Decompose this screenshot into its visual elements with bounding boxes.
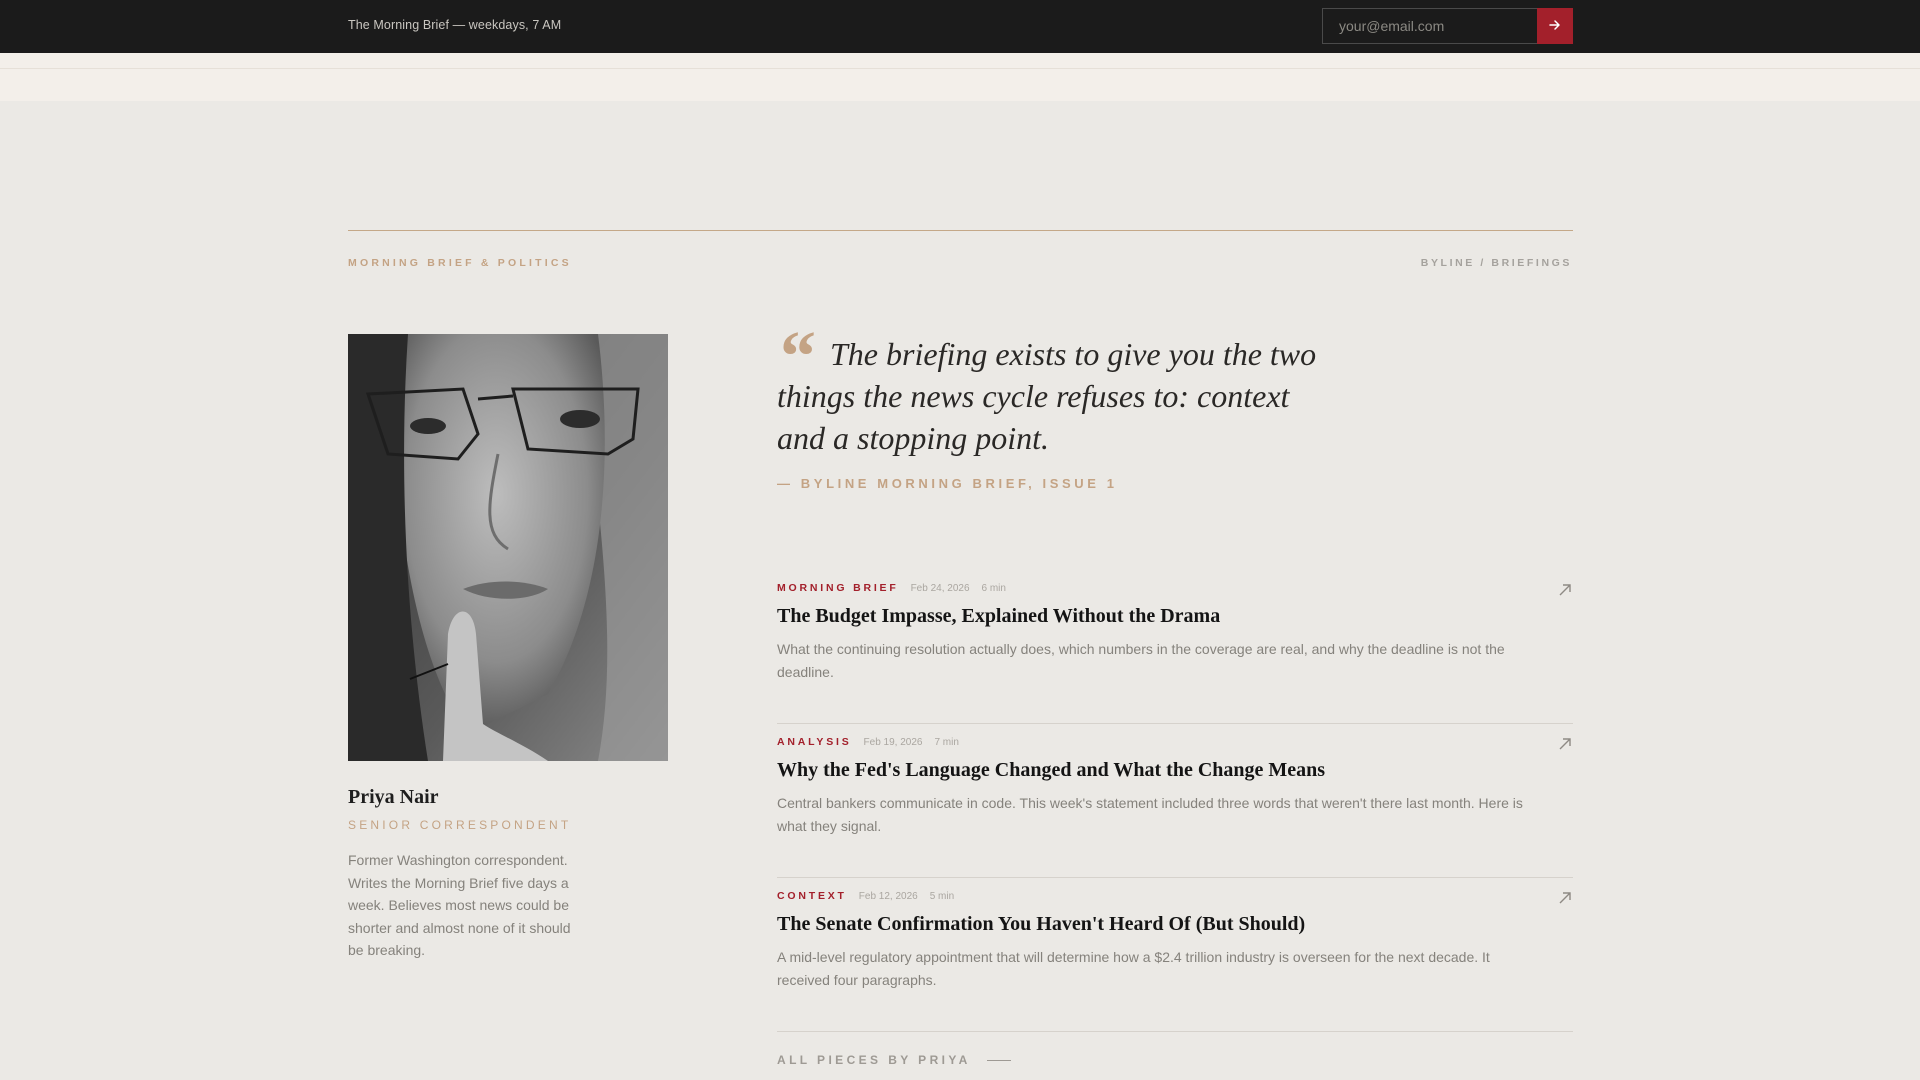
author-name: Priya Nair — [348, 786, 439, 808]
article-meta: ANALYSIS Feb 19, 2026 7 min — [777, 736, 959, 748]
newsletter-tagline: The Morning Brief — weekdays, 7 AM — [348, 18, 562, 32]
quote-source: — BYLINE MORNING BRIEF, ISSUE 1 — [777, 476, 1118, 491]
article-tag: CONTEXT — [777, 890, 847, 902]
external-link-arrow-icon[interactable] — [1557, 582, 1573, 598]
all-pieces-label: ALL PIECES BY PRIYA — [777, 1053, 971, 1067]
all-pieces-link[interactable]: ALL PIECES BY PRIYA — [777, 1053, 1011, 1067]
article-date: Feb 24, 2026 — [910, 583, 970, 594]
article-title[interactable]: Why the Fed's Language Changed and What … — [777, 759, 1325, 782]
top-bar: The Morning Brief — weekdays, 7 AM — [0, 0, 1920, 53]
subscribe-button[interactable] — [1537, 8, 1573, 44]
secondary-band — [0, 53, 1920, 101]
article-item[interactable]: MORNING BRIEF Feb 24, 2026 6 min The Bud… — [777, 570, 1573, 724]
article-excerpt: Central bankers communicate in code. Thi… — [777, 795, 1523, 834]
arrow-right-icon — [1549, 19, 1561, 34]
author-bio: Former Washington correspondent. Writes … — [348, 852, 571, 959]
band-divider — [0, 68, 1920, 69]
email-input[interactable] — [1322, 8, 1537, 44]
article-list: MORNING BRIEF Feb 24, 2026 6 min The Bud… — [777, 570, 1573, 1032]
external-link-arrow-icon[interactable] — [1557, 736, 1573, 752]
article-excerpt: What the continuing resolution actually … — [777, 641, 1505, 680]
article-title[interactable]: The Senate Confirmation You Haven't Hear… — [777, 913, 1305, 936]
article-tag: ANALYSIS — [777, 736, 852, 748]
article-date: Feb 19, 2026 — [863, 737, 923, 748]
article-read-time: 6 min — [981, 583, 1006, 594]
header-rule — [348, 230, 1573, 231]
subscribe-form — [1322, 8, 1573, 44]
article-item[interactable]: CONTEXT Feb 12, 2026 5 min The Senate Co… — [777, 878, 1573, 1032]
all-pieces-dash — [986, 1059, 1011, 1061]
external-link-arrow-icon[interactable] — [1557, 890, 1573, 906]
article-read-time: 5 min — [929, 891, 955, 902]
author-role: SENIOR CORRESPONDENT — [348, 818, 572, 832]
article-read-time: 7 min — [934, 737, 959, 748]
author-portrait — [348, 334, 668, 761]
article-title[interactable]: The Budget Impasse, Explained Without th… — [777, 605, 1220, 628]
article-excerpt: A mid-level regulatory appointment that … — [777, 949, 1490, 988]
article-date: Feb 12, 2026 — [858, 891, 918, 902]
section-label: MORNING BRIEF & POLITICS — [348, 257, 572, 269]
article-tag: MORNING BRIEF — [777, 582, 899, 594]
pull-quote: The briefing exists to give you the two … — [777, 336, 1317, 456]
article-meta: CONTEXT Feb 12, 2026 5 min — [777, 890, 954, 902]
article-item[interactable]: ANALYSIS Feb 19, 2026 7 min Why the Fed'… — [777, 724, 1573, 878]
article-meta: MORNING BRIEF Feb 24, 2026 6 min — [777, 582, 1006, 594]
breadcrumb: BYLINE / BRIEFINGS — [1420, 257, 1572, 269]
